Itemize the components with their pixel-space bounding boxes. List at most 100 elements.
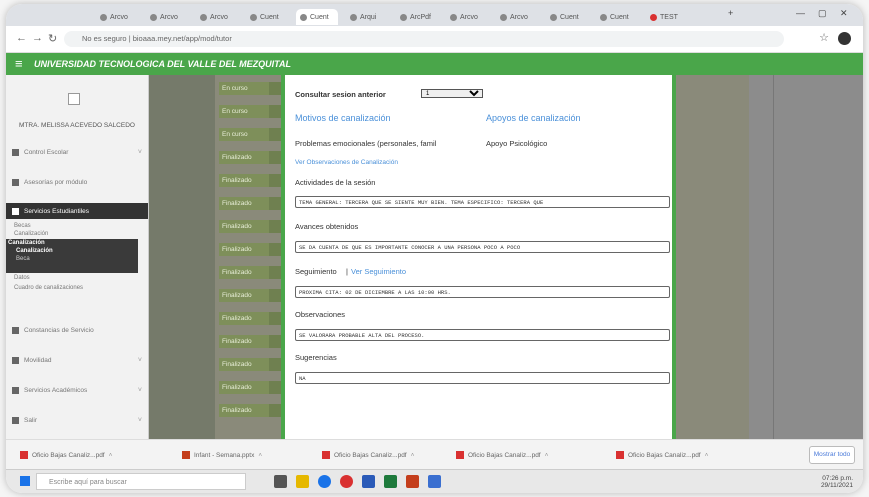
browser-tab[interactable]: Arcvo: [196, 9, 238, 25]
backdrop-divider: [773, 75, 774, 439]
forward-icon[interactable]: →: [32, 32, 43, 44]
ver-seguimiento-link[interactable]: Ver Seguimiento: [351, 267, 406, 276]
profile-avatar[interactable]: [838, 32, 851, 45]
sidebar-subitem-becas[interactable]: Becas: [14, 223, 31, 229]
actividades-label: Actividades de la sesión: [295, 178, 376, 187]
outlook-icon[interactable]: [428, 475, 441, 488]
tab-favicon-icon: [200, 13, 207, 21]
sidebar-item-salir[interactable]: Salir ˅: [12, 413, 142, 427]
file-explorer-icon[interactable]: [296, 475, 309, 488]
chevron-up-icon[interactable]: ˄: [705, 452, 709, 459]
submenu-canalizacion[interactable]: Canalización: [8, 240, 45, 246]
tab-label: Arcvo: [110, 13, 128, 21]
taskbar-search[interactable]: Escribe aquí para buscar: [36, 473, 246, 490]
sidebar-subitem-canalizacion[interactable]: Canalización: [14, 231, 48, 237]
avances-field[interactable]: SE DA CUENTA DE QUE ES IMPORTANTE CONOCE…: [295, 241, 670, 253]
status-cell: Finalizado: [219, 404, 269, 417]
chart-icon: [12, 356, 19, 364]
browser-tab[interactable]: Arcvo: [146, 9, 188, 25]
powerpoint-icon[interactable]: [406, 475, 419, 488]
url-field[interactable]: No es seguro | bioaaa.mey.net/app/mod/tu…: [64, 31, 784, 47]
consult-session-select[interactable]: 1: [421, 89, 483, 98]
chevron-up-icon[interactable]: ˄: [545, 452, 549, 459]
tab-label: TEST: [660, 13, 678, 21]
status-cell-extra: [269, 151, 281, 164]
seguimiento-field[interactable]: PROXIMA CITA: 02 DE DICIEMBRE A LAS 10:0…: [295, 286, 670, 298]
system-tray-clock[interactable]: 07:26 p.m. 29/11/2021: [821, 475, 853, 489]
motivos-header: Motivos de canalización: [295, 113, 391, 123]
excel-icon[interactable]: [384, 475, 397, 488]
status-cell-extra: [269, 381, 281, 394]
tab-favicon-icon: [250, 13, 257, 21]
actividades-field[interactable]: TEMA GENERAL: TERCERA QUE SE SIENTE MUY …: [295, 196, 670, 208]
edge-icon[interactable]: [318, 475, 331, 488]
browser-tab[interactable]: Arcvo: [446, 9, 488, 25]
tab-label: Cuent: [610, 13, 629, 21]
show-all-button[interactable]: Mostrar todo: [809, 446, 855, 464]
user-avatar-icon: [68, 93, 80, 105]
sidebar-item-servicios-estudiantiles[interactable]: Servicios Estudiantiles: [6, 203, 148, 219]
pdf-file-icon: [322, 451, 330, 459]
grid-icon: [12, 178, 19, 186]
sidebar-subitem-datos[interactable]: Datos: [14, 275, 30, 281]
download-label: Oficio Bajas Canaliz...pdf: [628, 451, 701, 459]
sidebar-item-constancias[interactable]: Constancias de Servicio: [12, 323, 142, 337]
downloads-bar: Oficio Bajas Canaliz...pdf ˄ Infant - Sema…: [6, 439, 863, 470]
download-label: Infant - Semana.pptx: [194, 451, 255, 459]
download-item[interactable]: Oficio Bajas Canaliz...pdf ˄: [456, 448, 548, 462]
close-window-icon[interactable]: ✕: [840, 8, 848, 19]
monitor-icon: [12, 326, 19, 334]
apoyos-header: Apoyos de canalización: [486, 113, 581, 123]
new-tab-icon[interactable]: +: [728, 8, 733, 18]
tab-favicon-icon: [100, 13, 107, 21]
tab-favicon-icon: [400, 13, 407, 21]
download-item[interactable]: Oficio Bajas Canaliz...pdf ˄: [616, 448, 708, 462]
chevron-up-icon[interactable]: ˄: [258, 452, 262, 459]
download-item[interactable]: Oficio Bajas Canaliz...pdf ˄: [20, 448, 112, 462]
tab-favicon-icon: [450, 13, 457, 21]
browser-tab[interactable]: Arcvo: [96, 9, 138, 25]
browser-tab[interactable]: Cuent: [596, 9, 638, 25]
download-item[interactable]: Oficio Bajas Canaliz...pdf ˄: [322, 448, 414, 462]
download-item[interactable]: Infant - Semana.pptx ˄: [182, 448, 262, 462]
chrome-icon[interactable]: [340, 475, 353, 488]
sugerencias-field[interactable]: NA: [295, 372, 670, 384]
sidebar-item-servicios-academicos[interactable]: Servicios Académicos ˅: [12, 383, 142, 397]
sidebar-item-movilidad[interactable]: Movilidad ˅: [12, 353, 142, 367]
browser-tab[interactable]: Cuent: [246, 9, 288, 25]
pdf-file-icon: [456, 451, 464, 459]
hamburger-menu-icon[interactable]: ≡: [15, 56, 23, 71]
chevron-down-icon: ˅: [137, 356, 142, 364]
submenu-beca[interactable]: Beca: [16, 256, 30, 262]
motivo-value: Problemas emocionales (personales, famil: [295, 139, 437, 148]
ver-observaciones-link[interactable]: Ver Observaciones de Canalización: [295, 159, 398, 166]
chevron-up-icon[interactable]: ˄: [109, 452, 113, 459]
browser-tab[interactable]: Arcvo: [496, 9, 538, 25]
sidebar-item-asesorias[interactable]: Asesorías por módulo: [12, 175, 142, 189]
browser-tab[interactable]: Cuent: [546, 9, 588, 25]
status-cell-extra: [269, 82, 281, 95]
pdf-file-icon: [182, 451, 190, 459]
reload-icon[interactable]: ↻: [48, 32, 57, 45]
word-icon[interactable]: [362, 475, 375, 488]
task-view-icon[interactable]: [274, 475, 287, 488]
status-cell-extra: [269, 335, 281, 348]
chevron-down-icon: ˅: [137, 386, 142, 394]
star-icon[interactable]: ☆: [819, 31, 829, 44]
book-icon: [12, 148, 19, 156]
windows-start-icon[interactable]: [20, 476, 30, 486]
chevron-up-icon[interactable]: ˄: [411, 452, 415, 459]
status-cell-extra: [269, 128, 281, 141]
browser-tab[interactable]: TEST: [646, 9, 688, 25]
browser-tab[interactable]: Cuent: [296, 9, 338, 25]
browser-tab[interactable]: Arqui: [346, 9, 388, 25]
observaciones-field[interactable]: SE VALORARA PROBABLE ALTA DEL PROCESO.: [295, 329, 670, 341]
maximize-icon[interactable]: ▢: [818, 8, 827, 19]
status-cell-extra: [269, 105, 281, 118]
sidebar-item-control-escolar[interactable]: Control Escolar ˅: [12, 145, 142, 159]
sidebar-subitem-cuadro[interactable]: Cuadro de canalizaciones: [14, 285, 83, 291]
minimize-icon[interactable]: —: [796, 8, 805, 18]
submenu-canalizacion-2[interactable]: Canalización: [16, 248, 53, 254]
back-icon[interactable]: ←: [16, 32, 27, 44]
browser-tab[interactable]: ArcPdf: [396, 9, 438, 25]
